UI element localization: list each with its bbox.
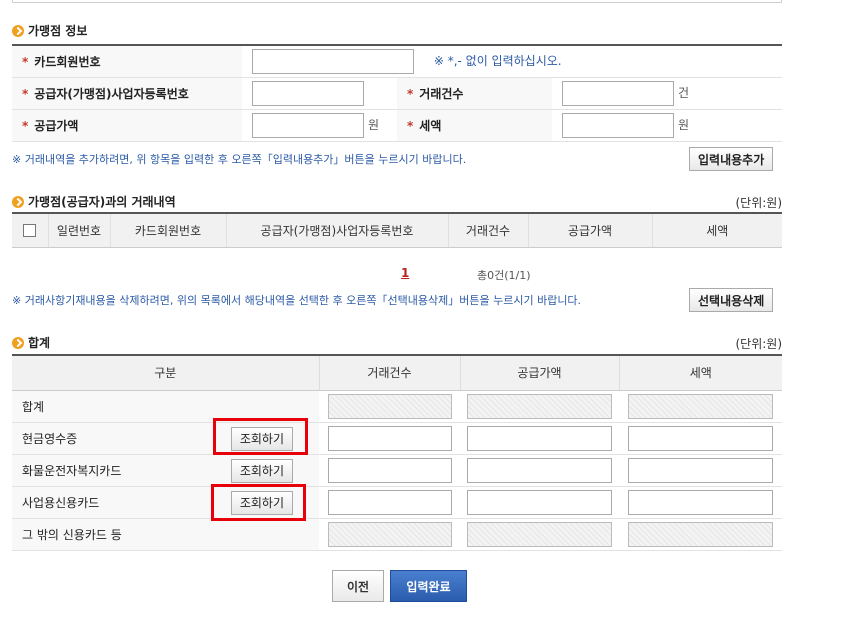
col-card-no: 카드회원번호 xyxy=(110,213,227,248)
transactions-title-text: 가맹점(공급자)과의 거래내역 xyxy=(28,195,176,209)
transactions-table: 일련번호 카드회원번호 공급자(가맹점)사업자등록번호 거래건수 공급가액 세액 xyxy=(12,212,782,248)
transactions-unit: (단위:원) xyxy=(735,196,782,210)
tax-label: * 세액 xyxy=(397,109,552,142)
cargo-card-lookup-button[interactable]: 조회하기 xyxy=(230,458,293,483)
summary-row-cash-receipt: 현금영수증 조회하기 xyxy=(12,422,782,455)
summary-section-title: 합계 xyxy=(12,334,50,351)
row-label: 그 밖의 신용카드 등 xyxy=(22,527,122,542)
card-no-label: * 카드회원번호 xyxy=(12,45,242,78)
section-bullet-icon xyxy=(12,336,24,349)
summary-row-cargo-card: 화물운전자복지카드 조회하기 xyxy=(12,454,782,487)
merchant-title-text: 가맹점 정보 xyxy=(28,24,88,38)
other-cards-tax-field xyxy=(628,521,773,547)
col-tax: 세액 xyxy=(652,213,782,248)
business-card-tax-field[interactable] xyxy=(628,489,773,515)
summary-table: 구분 거래건수 공급가액 세액 합계 현금영수증 조회하기 화물운전자복지카드 … xyxy=(12,354,782,551)
col-supply: 공급가액 xyxy=(528,213,653,248)
section-bullet-icon xyxy=(12,195,24,208)
cash-receipt-supply-field[interactable] xyxy=(467,425,612,451)
biz-no-label: * 공급자(가맹점)사업자등록번호 xyxy=(12,77,242,110)
transactions-section-title: 가맹점(공급자)과의 거래내역 xyxy=(12,193,176,210)
summary-row-total: 합계 xyxy=(12,390,782,423)
tx-count-unit: 건 xyxy=(678,85,690,100)
other-cards-tx-count-field xyxy=(327,521,452,547)
total-tax-field xyxy=(628,393,773,419)
supply-input[interactable] xyxy=(252,112,364,138)
col-sum-tx-count: 거래건수 xyxy=(319,355,461,391)
tx-count-label: * 거래건수 xyxy=(397,77,552,110)
complete-button[interactable]: 입력완료 xyxy=(390,570,467,602)
summary-row-business-card: 사업용신용카드 조회하기 xyxy=(12,486,782,519)
top-border xyxy=(12,0,782,3)
cargo-card-tx-count-field[interactable] xyxy=(327,457,452,483)
select-all-checkbox[interactable] xyxy=(23,224,37,238)
col-serial: 일련번호 xyxy=(48,213,111,248)
card-no-input[interactable] xyxy=(252,48,414,74)
summary-unit: (단위:원) xyxy=(735,337,782,351)
col-category: 구분 xyxy=(12,355,320,391)
total-supply-field xyxy=(467,393,612,419)
other-cards-supply-field xyxy=(467,521,612,547)
cash-receipt-tax-field[interactable] xyxy=(628,425,773,451)
tax-unit: 원 xyxy=(678,117,690,132)
tx-count-input[interactable] xyxy=(562,80,674,106)
cash-receipt-tx-count-field[interactable] xyxy=(327,425,452,451)
card-no-hint: ※ *,- 없이 입력하십시오. xyxy=(433,53,562,68)
col-sum-supply: 공급가액 xyxy=(460,355,620,391)
delete-selected-button[interactable]: 선택내용삭제 xyxy=(689,288,774,312)
page-link-1[interactable]: 1 xyxy=(401,266,409,280)
cargo-card-supply-field[interactable] xyxy=(467,457,612,483)
total-tx-count-field xyxy=(327,393,452,419)
total-count: 총0건(1/1) xyxy=(477,269,531,282)
add-entry-button[interactable]: 입력내용추가 xyxy=(689,147,774,171)
delete-note: ※ 거래사항기재내용을 삭제하려면, 위의 목록에서 해당내역을 선택한 후 오… xyxy=(12,294,582,307)
row-label: 화물운전자복지카드 xyxy=(22,463,122,478)
col-sum-tax: 세액 xyxy=(619,355,782,391)
col-biz-no: 공급자(가맹점)사업자등록번호 xyxy=(226,213,449,248)
add-note: ※ 거래내역을 추가하려면, 위 항목을 입력한 후 오른쪽「입력내용추가」버튼… xyxy=(12,153,467,166)
tax-input[interactable] xyxy=(562,112,674,138)
business-card-tx-count-field[interactable] xyxy=(327,489,452,515)
summary-title-text: 합계 xyxy=(28,336,51,350)
business-card-lookup-button[interactable]: 조회하기 xyxy=(230,490,293,515)
section-bullet-icon xyxy=(12,24,24,37)
supply-label: * 공급가액 xyxy=(12,109,242,142)
merchant-section-title: 가맹점 정보 xyxy=(12,22,87,39)
col-tx-count: 거래건수 xyxy=(448,213,529,248)
row-label: 현금영수증 xyxy=(22,431,78,446)
prev-button[interactable]: 이전 xyxy=(332,570,384,602)
summary-row-other-cards: 그 밖의 신용카드 등 xyxy=(12,518,782,551)
biz-no-input[interactable] xyxy=(252,80,364,106)
row-label: 사업용신용카드 xyxy=(22,495,100,510)
business-card-supply-field[interactable] xyxy=(467,489,612,515)
cash-receipt-lookup-button[interactable]: 조회하기 xyxy=(230,426,293,451)
row-label: 합계 xyxy=(22,399,45,414)
cargo-card-tax-field[interactable] xyxy=(628,457,773,483)
supply-unit: 원 xyxy=(368,117,380,132)
merchant-form: * 카드회원번호 ※ *,- 없이 입력하십시오. * 공급자(가맹점)사업자등록번… xyxy=(12,44,782,142)
